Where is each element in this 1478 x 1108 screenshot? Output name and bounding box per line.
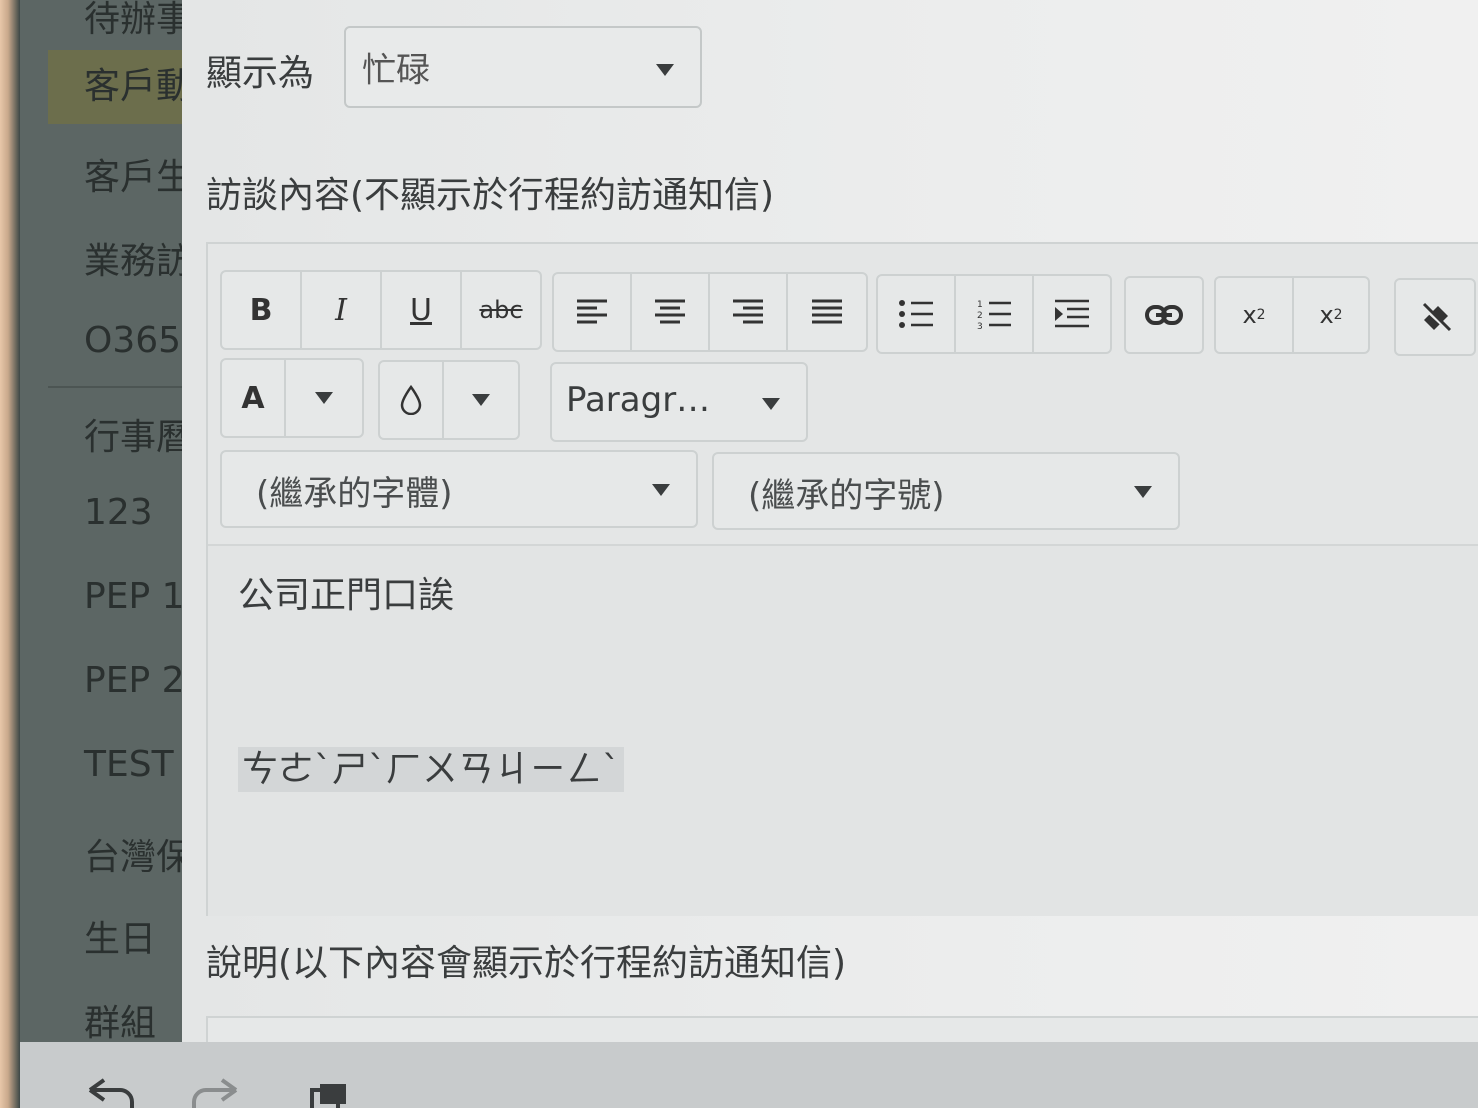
superscript-button[interactable]: x2 — [1294, 278, 1368, 352]
sidebar-item-customer-activity[interactable]: 客戶動 — [48, 50, 182, 124]
bullet-list-icon — [899, 300, 933, 328]
highlight-color-dropdown[interactable] — [444, 362, 518, 438]
link-button[interactable] — [1126, 278, 1202, 352]
highlight-color-button[interactable] — [380, 362, 444, 438]
numbered-list-button[interactable]: 123 — [956, 276, 1034, 352]
editor-line-composing: ㄘㄜˋㄕˋㄏㄨㄢㄐㄧㄥˋ — [238, 740, 625, 792]
underline-button[interactable]: U — [382, 272, 462, 348]
ime-composition-text: ㄘㄜˋㄕˋㄏㄨㄢㄐㄧㄥˋ — [238, 747, 625, 792]
superscript-letter: x — [1319, 301, 1334, 329]
show-as-select[interactable]: 忙碌 — [344, 26, 702, 108]
subscript-mark: 2 — [1256, 307, 1266, 323]
sidebar-divider — [48, 386, 182, 388]
italic-button[interactable]: I — [302, 272, 382, 348]
subscript-button[interactable]: x2 — [1216, 278, 1294, 352]
paragraph-format-select[interactable]: Paragr… — [550, 362, 808, 442]
paste-button[interactable] — [306, 1082, 350, 1108]
sidebar-item-todo[interactable]: 待辦事 — [84, 0, 182, 42]
clear-format-group — [1394, 278, 1476, 356]
description-label: 說明(以下內容會顯示於行程約訪通知信) — [206, 943, 847, 984]
editor-line: 公司正門口誒 — [238, 575, 455, 616]
remove-format-button[interactable] — [1396, 280, 1474, 354]
link-group — [1124, 276, 1204, 354]
sidebar-item-pep1[interactable]: PEP 1 — [84, 576, 182, 617]
highlight-color-group — [378, 360, 520, 440]
align-left-icon — [577, 299, 607, 324]
rich-text-editor: B I U abc 123 x 2 x 2 A Paragr… (繼承的字體) … — [206, 242, 1478, 916]
font-color-button[interactable]: A — [222, 360, 286, 436]
chevron-down-icon — [315, 392, 333, 404]
redo-button[interactable] — [192, 1078, 246, 1108]
indent-icon — [1055, 299, 1089, 328]
chevron-down-icon — [656, 64, 674, 76]
sidebar-item-calendar[interactable]: 行事曆 — [84, 408, 182, 460]
eraser-icon — [1420, 302, 1452, 332]
superscript-mark: 2 — [1333, 307, 1343, 323]
svg-text:2: 2 — [977, 311, 983, 321]
chevron-down-icon — [472, 394, 490, 406]
align-center-button[interactable] — [632, 274, 710, 350]
sidebar-item-birthday[interactable]: 生日 — [84, 910, 156, 962]
script-group: x2 x2 — [1214, 276, 1370, 354]
list-group: 123 — [876, 274, 1112, 354]
numbered-list-icon: 123 — [977, 300, 1011, 329]
strikethrough-button[interactable]: abc — [462, 272, 540, 348]
screen-bezel — [0, 0, 20, 1108]
font-size-value: (繼承的字號) — [748, 476, 945, 516]
show-as-value: 忙碌 — [362, 50, 430, 91]
chevron-down-icon — [652, 484, 670, 496]
sidebar-item-group[interactable]: 群組 — [84, 994, 156, 1042]
font-family-value: (繼承的字體) — [256, 474, 453, 514]
paragraph-format-value: Paragr… — [566, 380, 711, 420]
link-icon — [1145, 305, 1183, 325]
event-form-panel: 顯示為 忙碌 訪談內容(不顯示於行程約訪通知信) B I U abc 1 2 3… — [182, 0, 1478, 1042]
undo-icon — [88, 1078, 134, 1108]
sidebar: 待辦事 客戶動 客戶生 業務訪 O365 行事曆 123 PEP 1 PEP 2… — [20, 0, 182, 1042]
font-family-select[interactable]: (繼承的字體) — [220, 450, 698, 528]
sidebar-item-test[interactable]: TEST — [84, 744, 174, 785]
align-justify-button[interactable] — [788, 274, 866, 350]
svg-text:3: 3 — [977, 322, 983, 329]
text-style-group: B I U abc — [220, 270, 542, 350]
droplet-icon — [400, 385, 422, 415]
sidebar-item-123[interactable]: 123 — [84, 492, 153, 533]
align-center-icon — [655, 299, 685, 324]
undo-button[interactable] — [80, 1078, 134, 1108]
font-color-group: A — [220, 358, 364, 438]
align-justify-icon — [812, 299, 842, 324]
sidebar-item-customer-birthday[interactable]: 客戶生 — [84, 148, 182, 200]
show-as-label: 顯示為 — [206, 53, 315, 94]
bottom-toolbar — [20, 1042, 1478, 1108]
align-right-button[interactable] — [710, 274, 788, 350]
clipboard-icon — [310, 1084, 346, 1108]
font-color-dropdown[interactable] — [286, 360, 362, 436]
sidebar-item-pep2[interactable]: PEP 2 — [84, 660, 182, 701]
indent-button[interactable] — [1034, 276, 1110, 352]
redo-icon — [192, 1078, 238, 1108]
chevron-down-icon — [762, 398, 780, 410]
font-size-select[interactable]: (繼承的字號) — [712, 452, 1180, 530]
bold-button[interactable]: B — [222, 272, 302, 348]
interview-content-label: 訪談內容(不顯示於行程約訪通知信) — [206, 175, 775, 216]
subscript-letter: x — [1242, 301, 1257, 329]
editor-content-area[interactable]: 公司正門口誒 ㄘㄜˋㄕˋㄏㄨㄢㄐㄧㄥˋ — [208, 544, 1478, 916]
sidebar-item-taiwan[interactable]: 台灣保 — [84, 828, 182, 880]
align-right-icon — [733, 299, 763, 324]
bullet-list-button[interactable] — [878, 276, 956, 352]
svg-text:1: 1 — [977, 300, 983, 310]
alignment-group — [552, 272, 868, 352]
align-left-button[interactable] — [554, 274, 632, 350]
description-editor[interactable] — [206, 1016, 1478, 1042]
sidebar-item-sales-visit[interactable]: 業務訪 — [84, 232, 182, 284]
sidebar-item-o365[interactable]: O365 — [84, 320, 181, 361]
chevron-down-icon — [1134, 486, 1152, 498]
